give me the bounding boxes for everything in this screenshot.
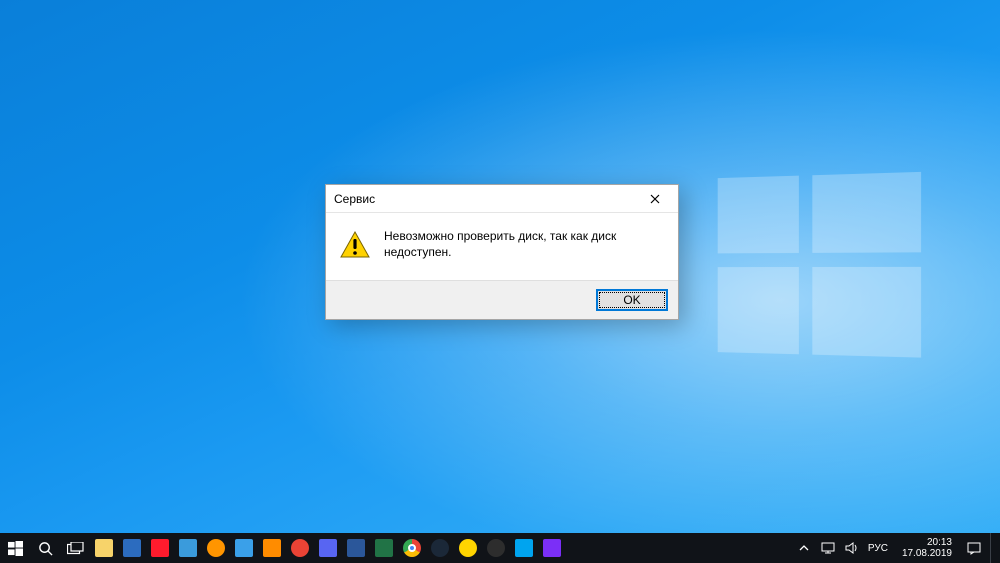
task-view-button[interactable] <box>60 533 90 563</box>
error-dialog: Сервис Невозможно проверить диск, так ка… <box>325 184 679 320</box>
ok-button-label: OK <box>623 293 640 307</box>
taskbar: РУС 20:13 17.08.2019 <box>0 533 1000 563</box>
taskbar-app-discord[interactable] <box>315 535 341 561</box>
volume-icon <box>845 542 859 554</box>
taskbar-app-store[interactable] <box>175 535 201 561</box>
taskbar-app-steam[interactable] <box>427 535 453 561</box>
start-button[interactable] <box>0 533 30 563</box>
windows-logo <box>718 172 930 369</box>
network-icon <box>821 542 835 554</box>
desktop: Сервис Невозможно проверить диск, так ка… <box>0 0 1000 563</box>
ok-button[interactable]: OK <box>596 289 668 311</box>
search-button[interactable] <box>30 533 60 563</box>
task-view-icon <box>67 542 84 555</box>
taskbar-app-misc-1[interactable] <box>511 535 537 561</box>
taskbar-app-word[interactable] <box>343 535 369 561</box>
taskbar-app-obs[interactable] <box>483 535 509 561</box>
taskbar-app-excel[interactable] <box>371 535 397 561</box>
dialog-message: Невозможно проверить диск, так как диск … <box>384 229 664 260</box>
search-icon <box>38 541 53 556</box>
close-icon <box>650 194 660 204</box>
taskbar-app-generic-1[interactable] <box>231 535 257 561</box>
taskbar-app-opera[interactable] <box>147 535 173 561</box>
tray-network-button[interactable] <box>820 540 836 556</box>
taskbar-app-explorer[interactable] <box>91 535 117 561</box>
tray-language[interactable]: РУС <box>868 543 888 554</box>
taskbar-left <box>0 533 566 563</box>
dialog-titlebar[interactable]: Сервис <box>326 185 678 213</box>
show-desktop-button[interactable] <box>990 533 996 563</box>
taskbar-app-misc-2[interactable] <box>539 535 565 561</box>
windows-icon <box>8 541 23 556</box>
action-center-button[interactable] <box>966 540 982 556</box>
notification-icon <box>967 542 981 555</box>
dialog-button-row: OK <box>326 280 678 319</box>
taskbar-right: РУС 20:13 17.08.2019 <box>796 533 1000 563</box>
taskbar-app-edge[interactable] <box>119 535 145 561</box>
taskbar-app-chrome[interactable] <box>399 535 425 561</box>
tray-clock[interactable]: 20:13 17.08.2019 <box>896 537 958 559</box>
tray-volume-button[interactable] <box>844 540 860 556</box>
tray-time: 20:13 <box>902 537 952 548</box>
warning-icon <box>340 231 370 264</box>
dialog-title: Сервис <box>334 192 375 206</box>
tray-overflow-button[interactable] <box>796 540 812 556</box>
taskbar-app-firefox[interactable] <box>203 535 229 561</box>
chevron-up-icon <box>799 544 809 552</box>
taskbar-app-generic-2[interactable] <box>287 535 313 561</box>
taskbar-app-vlc[interactable] <box>259 535 285 561</box>
taskbar-app-potplayer[interactable] <box>455 535 481 561</box>
tray-date: 17.08.2019 <box>902 548 952 559</box>
close-button[interactable] <box>640 188 670 210</box>
dialog-body: Невозможно проверить диск, так как диск … <box>326 213 678 280</box>
